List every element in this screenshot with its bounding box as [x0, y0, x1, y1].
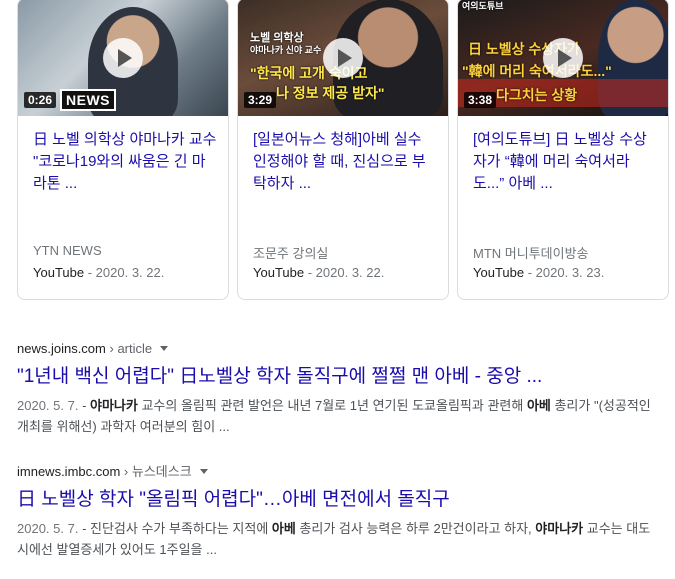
result-date: 2020. 5. 7.	[17, 398, 79, 413]
video-card[interactable]: 여의도튜브 日 노벨상 수상자가 "韓에 머리 숙여서라도..." 다그치는 상…	[457, 0, 669, 300]
video-meta: YouTube - 2020. 3. 23.	[473, 265, 605, 280]
video-channel: 조문주 강의실	[253, 246, 329, 261]
snippet-highlight: 야마나카	[90, 398, 138, 413]
video-thumbnail[interactable]: 여의도튜브 日 노벨상 수상자가 "韓에 머리 숙여서라도..." 다그치는 상…	[458, 0, 668, 116]
play-icon[interactable]	[543, 37, 583, 78]
video-meta: YouTube - 2020. 3. 22.	[253, 265, 385, 280]
play-icon[interactable]	[103, 37, 143, 78]
result-breadcrumb: imnews.imbc.com › 뉴스데스크	[17, 463, 657, 481]
play-icon[interactable]	[323, 37, 363, 78]
video-title-link[interactable]: 日 노벨 의학상 야마나카 교수 "코로나19와의 싸움은 긴 마라톤 ...	[33, 129, 218, 195]
video-duration: 0:26	[24, 92, 57, 108]
breadcrumb-separator: ›	[120, 464, 132, 479]
video-card[interactable]: 노벨 의학상 야마나카 신야 교수 "한국에 고개 숙이고 나 정보 제공 받자…	[237, 0, 449, 300]
result-domain: imnews.imbc.com	[17, 464, 121, 479]
result-snippet: 2020. 5. 7. - 진단검사 수가 부족하다는 지적에 아베 총리가 검…	[17, 518, 657, 560]
thumbnail-caption: 야마나카 신야 교수	[250, 45, 322, 55]
snippet-highlight: 야마나카	[535, 521, 584, 536]
video-duration: 3:38	[464, 92, 497, 108]
result-snippet: 2020. 5. 7. - 야마나카 교수의 올림픽 관련 발언은 내년 7월로…	[17, 395, 657, 437]
thumbnail-caption: 나 정보 제공 받자"	[276, 85, 385, 101]
video-channel: MTN 머니투데이방송	[473, 246, 589, 261]
news-badge: NEWS	[60, 89, 116, 111]
snippet-text: 교수의 올림픽 관련 발언은 내년 7월로 1년 연기된 도쿄올림픽과 관련해	[137, 398, 527, 413]
search-result: imnews.imbc.com › 뉴스데스크 日 노벨상 학자 "올림픽 어렵…	[17, 463, 657, 560]
video-title-link[interactable]: [일본어뉴스 청해]아베 실수 인정해야 할 때, 진심으로 부탁하자 ...	[253, 129, 438, 195]
result-title-link[interactable]: 日 노벨상 학자 "올림픽 어렵다"…아베 면전에서 돌직구	[17, 487, 657, 513]
snippet-text: 총리가 검사 능력은 하루 2만건이라고 하자,	[295, 521, 536, 536]
result-domain: news.joins.com	[17, 341, 106, 356]
breadcrumb-separator: ›	[105, 341, 118, 356]
video-card[interactable]: 0:26 NEWS 日 노벨 의학상 야마나카 교수 "코로나19와의 싸움은 …	[17, 0, 229, 300]
video-channel: YTN NEWS	[33, 243, 102, 258]
result-path: 뉴스데스크	[131, 464, 192, 479]
thumbnail-caption: 여의도튜브	[462, 1, 504, 11]
video-platform: YouTube	[253, 265, 305, 280]
video-date: 2020. 3. 22.	[315, 265, 385, 280]
snippet-highlight: 아베	[526, 398, 551, 413]
video-title-link[interactable]: [여의도튜브] 日 노벨상 수상자가 “韓에 머리 숙여서라도...” 아베 .…	[473, 129, 658, 195]
snippet-text: -	[78, 398, 91, 413]
caret-down-icon[interactable]	[160, 346, 169, 351]
snippet-text: - 진단검사 수가 부족하다는 지적에	[78, 521, 272, 536]
video-carousel: 0:26 NEWS 日 노벨 의학상 야마나카 교수 "코로나19와의 싸움은 …	[17, 0, 669, 300]
search-result: news.joins.com › article "1년내 백신 어렵다" 日노…	[17, 340, 657, 437]
video-thumbnail[interactable]: 노벨 의학상 야마나카 신야 교수 "한국에 고개 숙이고 나 정보 제공 받자…	[238, 0, 448, 116]
result-date: 2020. 5. 7.	[17, 521, 79, 536]
video-duration: 3:29	[244, 92, 277, 108]
caret-down-icon[interactable]	[199, 469, 208, 474]
video-date: 2020. 3. 23.	[535, 265, 605, 280]
result-path: article	[117, 341, 153, 356]
video-platform: YouTube	[33, 265, 85, 280]
thumbnail-caption: "韓에 머리 숙여서라도..."	[462, 63, 612, 79]
video-meta: YouTube - 2020. 3. 22.	[33, 265, 165, 280]
result-title-link[interactable]: "1년내 백신 어렵다" 日노벨상 학자 돌직구에 쩔쩔 맨 아베 - 중앙 .…	[17, 364, 657, 390]
thumbnail-caption: 다그치는 상황	[496, 87, 578, 103]
video-date: 2020. 3. 22.	[95, 265, 165, 280]
video-platform: YouTube	[473, 265, 525, 280]
snippet-highlight: 아베	[271, 521, 296, 536]
video-thumbnail[interactable]: 0:26 NEWS	[18, 0, 228, 116]
result-breadcrumb: news.joins.com › article	[17, 340, 657, 358]
